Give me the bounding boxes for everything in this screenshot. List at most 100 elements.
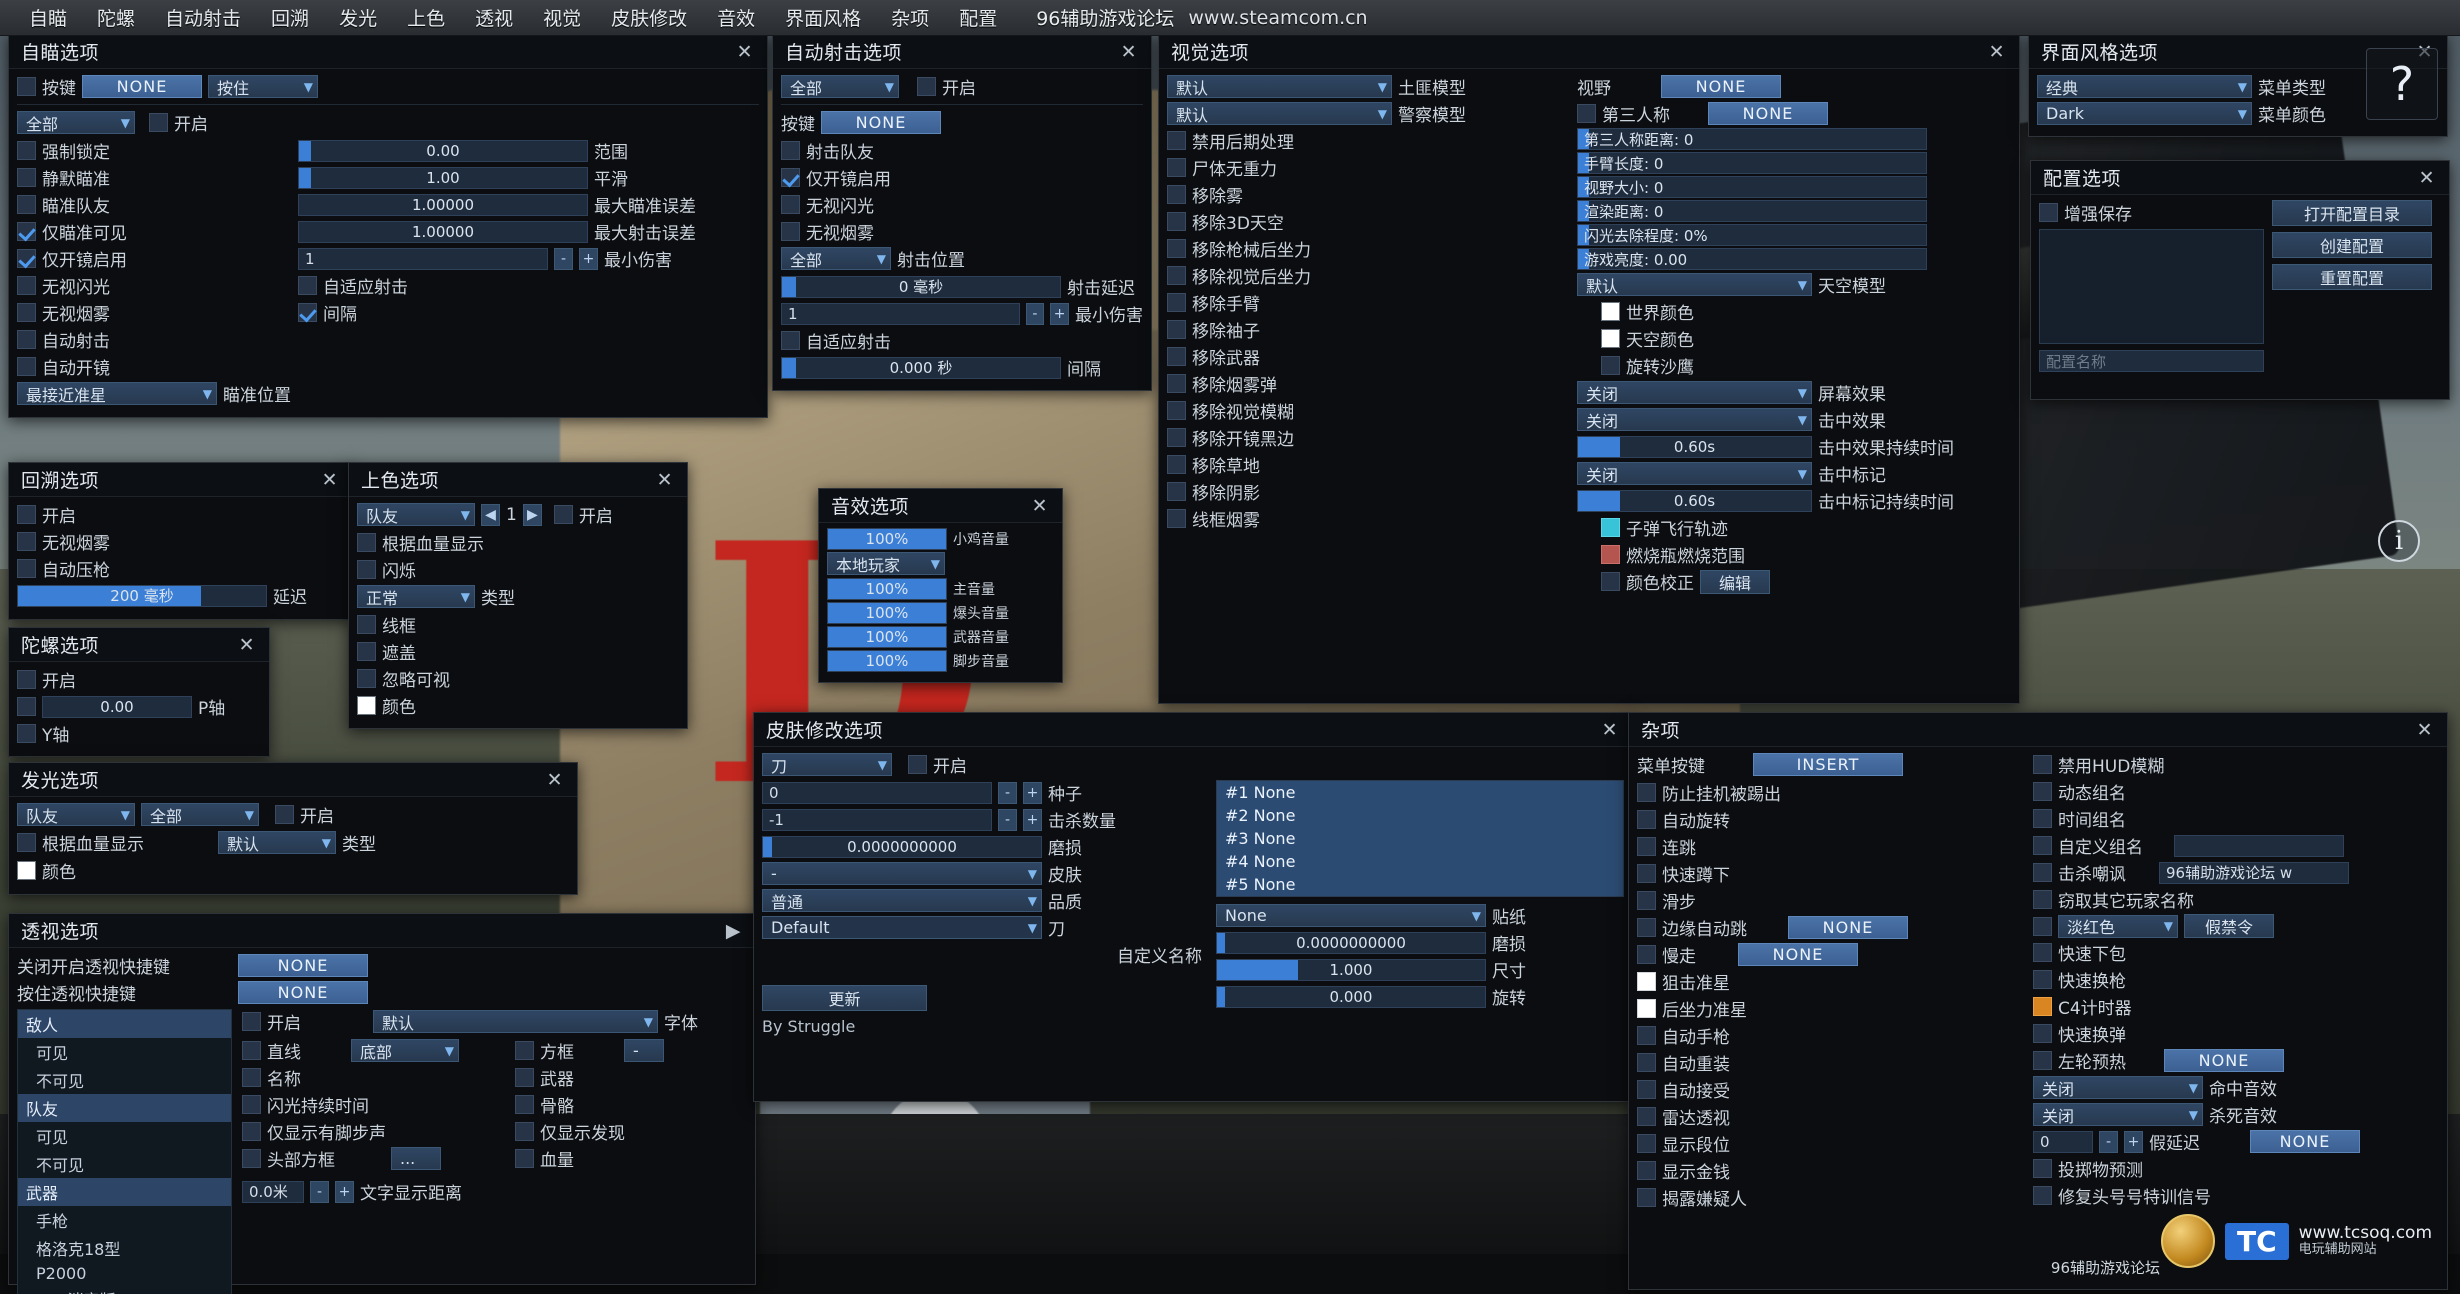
misc-fakeban-checkbox[interactable] (2033, 916, 2052, 936)
menu-item-gyro[interactable]: 陀螺 (82, 0, 150, 35)
esp-group-enemy[interactable]: 敌人 (18, 1010, 231, 1038)
aimbot-mindamage-decrement[interactable]: - (554, 247, 573, 270)
misc-fastplant-checkbox[interactable] (2033, 943, 2052, 962)
esp-category-list[interactable]: 敌人 可见 不可见 队友 可见 不可见 武器 手枪 格洛克18型 P2000 U… (17, 1009, 232, 1294)
misc-dynamicclan-checkbox[interactable] (2033, 782, 2052, 801)
misc-slowwalk-key-button[interactable]: NONE (1738, 943, 1858, 966)
skin-update-button[interactable]: 更新 (762, 985, 927, 1011)
visual-colorcorrect-checkbox[interactable] (1601, 572, 1620, 591)
window-gyro[interactable]: 陀螺选项 ✕ 开启 0.00 P轴 Y轴 (8, 627, 270, 757)
window-titlebar-gyro[interactable]: 陀螺选项 ✕ (9, 628, 269, 662)
menu-item-sound[interactable]: 音效 (702, 0, 770, 35)
misc-slowwalk-checkbox[interactable] (1637, 945, 1656, 964)
esp-footstep-checkbox[interactable] (242, 1122, 261, 1141)
sticker-slot-4[interactable]: #4 None (1217, 850, 1623, 873)
esp-close-hotkey-button[interactable]: NONE (238, 954, 368, 977)
skin-sticker-list[interactable]: #1 None #2 None #3 None #4 None #5 None (1216, 780, 1624, 897)
visual-checkbox-14[interactable] (1167, 509, 1186, 528)
reset-config-button[interactable]: 重置配置 (2272, 264, 2432, 290)
visual-checkbox-11[interactable] (1167, 428, 1186, 447)
gyro-yaw-checkbox[interactable] (17, 724, 36, 743)
sound-weapon-slider[interactable]: 100% (827, 626, 947, 648)
esp-distance-decrement[interactable]: - (310, 1180, 329, 1203)
chams-wireframe-checkbox[interactable] (357, 615, 376, 634)
esp-item-weapon-p2000[interactable]: P2000 (18, 1262, 231, 1285)
esp-item-team-invisible[interactable]: 不可见 (18, 1150, 231, 1178)
aimbot-key-checkbox[interactable] (17, 77, 36, 96)
misc-fastreload-checkbox[interactable] (2033, 1024, 2052, 1043)
misc-throwpredict-checkbox[interactable] (2033, 1159, 2052, 1178)
aimbot-maxshooterror-slider[interactable]: 1.00000 (298, 220, 588, 243)
visual-checkbox-8[interactable] (1167, 347, 1186, 366)
glow-team-dropdown[interactable]: 队友 ▼ (17, 803, 135, 826)
misc-edgejump-checkbox[interactable] (1637, 918, 1656, 937)
chams-health-checkbox[interactable] (357, 533, 376, 552)
misc-fakelag-key-button[interactable]: NONE (2250, 1130, 2360, 1153)
skin-sticker-size-slider[interactable]: 1.000 (1216, 958, 1486, 981)
visual-third-checkbox[interactable] (1577, 104, 1596, 123)
misc-fakeban-button[interactable]: 假禁令 (2184, 914, 2274, 938)
autofire-delay-slider[interactable]: 0 毫秒 (781, 275, 1061, 298)
esp-box-checkbox[interactable] (515, 1041, 534, 1060)
misc-showrank-checkbox[interactable] (1637, 1134, 1656, 1153)
aimbot-silent-checkbox[interactable] (17, 168, 36, 187)
menu-item-esp[interactable]: 透视 (460, 0, 528, 35)
backtrack-enable-checkbox[interactable] (17, 505, 36, 524)
window-titlebar-autofire[interactable]: 自动射击选项 ✕ (773, 35, 1151, 69)
aimbot-scopeonly-checkbox[interactable] (17, 249, 36, 268)
visual-hit-effect-time-slider[interactable]: 0.60s (1577, 435, 1812, 458)
misc-snipercross-checkbox[interactable] (1637, 972, 1656, 991)
misc-bhop-checkbox[interactable] (1637, 837, 1656, 856)
skin-sticker-rotation-slider[interactable]: 0.000 (1216, 985, 1486, 1008)
window-titlebar-glow[interactable]: 发光选项 ✕ (9, 763, 577, 797)
visual-third-button[interactable]: NONE (1708, 102, 1828, 125)
skin-wear-slider[interactable]: 0.0000000000 (762, 835, 1042, 858)
visual-checkbox-2[interactable] (1167, 185, 1186, 204)
glow-type-dropdown[interactable]: 默认 ▼ (218, 831, 336, 854)
close-icon[interactable]: ✕ (543, 769, 567, 791)
aimbot-interval-checkbox[interactable] (298, 303, 317, 322)
close-icon[interactable]: ✕ (733, 41, 757, 63)
aimbot-hold-dropdown[interactable]: 按住 ▼ (208, 75, 318, 98)
esp-line-origin-dropdown[interactable]: 底部 ▼ (351, 1039, 459, 1062)
sound-head-slider[interactable]: 100% (827, 602, 947, 624)
menu-item-visual[interactable]: 视觉 (528, 0, 596, 35)
close-icon[interactable]: ✕ (2415, 167, 2439, 189)
esp-item-weapon-glock[interactable]: 格洛克18型 (18, 1234, 231, 1262)
chams-cover-checkbox[interactable] (357, 642, 376, 661)
aimbot-autoscope-checkbox[interactable] (17, 357, 36, 376)
menu-item-misc[interactable]: 杂项 (876, 0, 944, 35)
glow-enable-checkbox[interactable] (275, 805, 294, 824)
esp-item-team-visible[interactable]: 可见 (18, 1122, 231, 1150)
esp-flashtime-checkbox[interactable] (242, 1095, 261, 1114)
window-glow[interactable]: 发光选项 ✕ 队友 ▼ 全部 ▼ 开启 根据血量显示 默认 ▼ 类型 颜色 (8, 762, 578, 895)
visual-checkbox-12[interactable] (1167, 455, 1186, 474)
chams-enable-checkbox[interactable] (553, 505, 573, 524)
aimbot-ignoresmoke-checkbox[interactable] (17, 303, 36, 322)
esp-skeleton-checkbox[interactable] (515, 1095, 534, 1114)
aimbot-key-button[interactable]: NONE (82, 75, 202, 98)
aimbot-visibleonly-checkbox[interactable] (17, 222, 36, 241)
skin-kills-field[interactable]: -1 (762, 808, 992, 831)
misc-hudblur-checkbox[interactable] (2033, 755, 2052, 774)
misc-fakelag-increment[interactable]: + (2124, 1130, 2143, 1153)
visual-fov-size-slider[interactable]: 视野大小: 0 (1577, 176, 1927, 198)
window-config[interactable]: 配置选项 ✕ 增强保存 配置名称 打开配置目录 创建配置 重置配置 (2030, 160, 2450, 400)
menu-item-chams[interactable]: 上色 (392, 0, 460, 35)
misc-slide-checkbox[interactable] (1637, 891, 1656, 910)
aimbot-adaptive-checkbox[interactable] (298, 276, 317, 295)
open-config-dir-button[interactable]: 打开配置目录 (2272, 200, 2432, 226)
menu-item-config[interactable]: 配置 (944, 0, 1012, 35)
misc-autospin-checkbox[interactable] (1637, 810, 1656, 829)
misc-fastcrouch-checkbox[interactable] (1637, 864, 1656, 883)
gyro-enable-checkbox[interactable] (17, 670, 36, 689)
aimbot-hitbox-dropdown[interactable]: 最接近准星 ▼ (17, 382, 217, 405)
gyro-pitch-checkbox[interactable] (17, 697, 36, 716)
window-aimbot[interactable]: 自瞄选项 ✕ 按键 NONE 按住 ▼ 全部 ▼ 开启 强制锁定 0.00 范围… (8, 34, 768, 418)
skin-enable-checkbox[interactable] (908, 755, 927, 774)
glow-health-checkbox[interactable] (17, 833, 36, 852)
chams-blink-checkbox[interactable] (357, 560, 376, 579)
aimbot-mindamage-field[interactable]: 1 (298, 247, 548, 270)
window-titlebar-misc[interactable]: 杂项 ✕ (1629, 713, 2447, 747)
visual-brightness-slider[interactable]: 游戏亮度: 0.00 (1577, 248, 1927, 270)
